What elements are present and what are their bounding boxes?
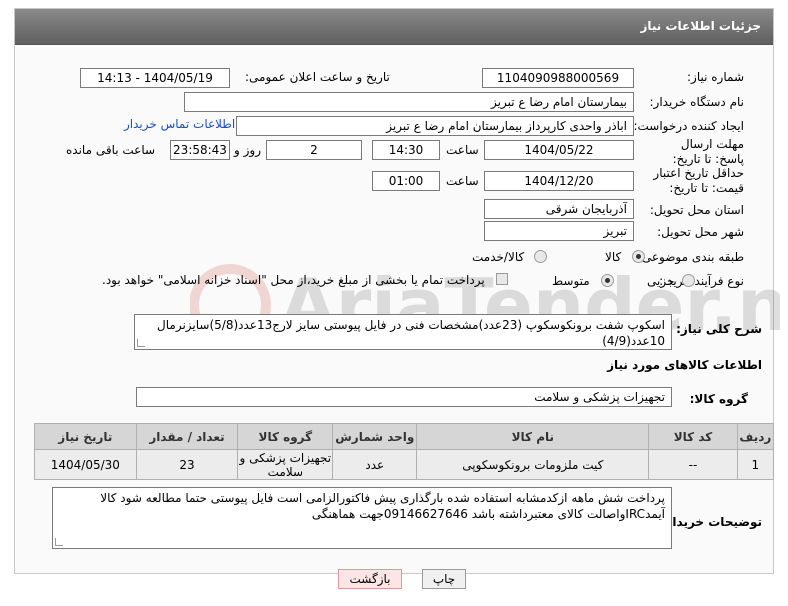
category-goods-label: کالا: [605, 250, 622, 264]
buyer-notes-box: پرداخت شش ماهه ازکدمشابه استفاده شده بار…: [52, 487, 672, 549]
category-label: طبقه بندی موضوعی:: [637, 250, 744, 264]
col-name-header: نام کالا: [416, 423, 650, 450]
cell-quantity: 23: [135, 449, 239, 480]
requester-field: اباذر واحدی کارپرداز بیمارستان امام رضا …: [236, 116, 634, 136]
requester-label: ایجاد کننده درخواست:: [633, 119, 744, 133]
city-label: شهر محل تحویل:: [657, 225, 744, 239]
reply-time-field: 14:30: [372, 140, 440, 160]
back-button[interactable]: بازگشت: [338, 569, 402, 589]
cell-code: --: [648, 449, 738, 480]
hours-left-label: ساعت باقی مانده: [66, 143, 156, 157]
general-desc-box: اسکوپ شفت برونکوسکوپ (23عدد)مشخصات فنی د…: [134, 314, 672, 350]
cell-unit: عدد: [332, 449, 418, 480]
goods-group-field: تجهیزات پزشکی و سلامت: [136, 387, 672, 407]
category-goods-radio[interactable]: [632, 250, 645, 263]
col-quantity-header: تعداد / مقدار: [135, 423, 239, 450]
need-number-label: شماره نیاز:: [687, 70, 744, 84]
col-date-header: تاریخ نیاز: [34, 423, 137, 450]
category-goods-service-label: کالا/خدمت: [472, 250, 525, 264]
buyer-org-field: بیمارستان امام رضا ع تبریز: [184, 92, 634, 112]
general-desc-text: اسکوپ شفت برونکوسکوپ (23عدد)مشخصات فنی د…: [157, 318, 665, 348]
cell-date: 1404/05/30: [34, 449, 137, 480]
price-validity-label: حداقل تاریخ اعتبار قیمت: تا تاریخ:: [653, 166, 744, 195]
resize-grip-icon[interactable]: [137, 339, 145, 347]
buyer-notes-text: پرداخت شش ماهه ازکدمشابه استفاده شده بار…: [100, 491, 665, 521]
buyer-contact-link[interactable]: اطلاعات تماس خریدار: [124, 117, 235, 131]
province-field: آذربایجان شرقی: [484, 199, 634, 219]
process-minor-label: جزیی: [647, 274, 675, 288]
cell-row: 1: [736, 449, 775, 480]
cell-group: تجهیزات پزشکی و سلامت: [237, 449, 334, 480]
col-code-header: کد کالا: [648, 423, 738, 450]
print-button[interactable]: چاپ: [422, 569, 466, 589]
reply-deadline-label: مهلت ارسال پاسخ: تا تاریخ:: [672, 137, 744, 166]
col-row-header: ردیف: [736, 423, 775, 450]
goods-table: ردیف کد کالا نام کالا واحد شمارش گروه کا…: [34, 423, 775, 480]
days-field: 2: [266, 140, 362, 160]
reply-time-label: ساعت: [446, 143, 479, 157]
table-row: 1 -- کیت ملزومات برونکوسکوپی عدد تجهیزات…: [34, 449, 775, 480]
province-label: استان محل تحویل:: [649, 203, 744, 217]
reply-date-field: 1404/05/22: [484, 140, 634, 160]
price-time-field: 01:00: [372, 171, 440, 191]
panel-header: جزئیات اطلاعات نیاز: [15, 9, 773, 45]
goods-group-label: گروه کالا:: [689, 392, 748, 406]
col-unit-header: واحد شمارش: [332, 423, 418, 450]
day-and-label: روز و: [234, 143, 261, 157]
buyer-notes-label: توضیحات خریدار:: [660, 515, 762, 529]
resize-grip-icon[interactable]: [55, 538, 63, 546]
buyer-org-label: نام دستگاه خریدار:: [649, 95, 745, 109]
process-medium-radio[interactable]: [601, 274, 614, 287]
cell-name: کیت ملزومات برونکوسکوپی: [416, 449, 650, 480]
general-desc-label: شرح کلی نیاز:: [676, 322, 762, 336]
city-field: تبریز: [484, 221, 634, 241]
treasury-payment-checkbox[interactable]: [496, 273, 508, 285]
goods-table-header: ردیف کد کالا نام کالا واحد شمارش گروه کا…: [34, 423, 775, 450]
treasury-payment-note: پرداخت تمام یا بخشی از مبلغ خرید،از محل …: [102, 273, 485, 287]
price-time-label: ساعت: [446, 174, 479, 188]
price-date-field: 1404/12/20: [484, 171, 634, 191]
panel-title: جزئیات اطلاعات نیاز: [640, 19, 761, 33]
announce-datetime-field: 1404/05/19 - 14:13: [80, 68, 230, 88]
announce-datetime-label: تاریخ و ساعت اعلان عمومی:: [245, 70, 390, 84]
process-medium-label: متوسط: [552, 274, 590, 288]
goods-info-heading: اطلاعات کالاهای مورد نیاز: [607, 358, 762, 372]
category-goods-service-radio[interactable]: [534, 250, 547, 263]
col-group-header: گروه کالا: [237, 423, 334, 450]
remaining-time-field: 23:58:43: [170, 140, 230, 160]
need-number-field: 1104090988000569: [482, 68, 634, 88]
process-minor-radio[interactable]: [682, 274, 695, 287]
